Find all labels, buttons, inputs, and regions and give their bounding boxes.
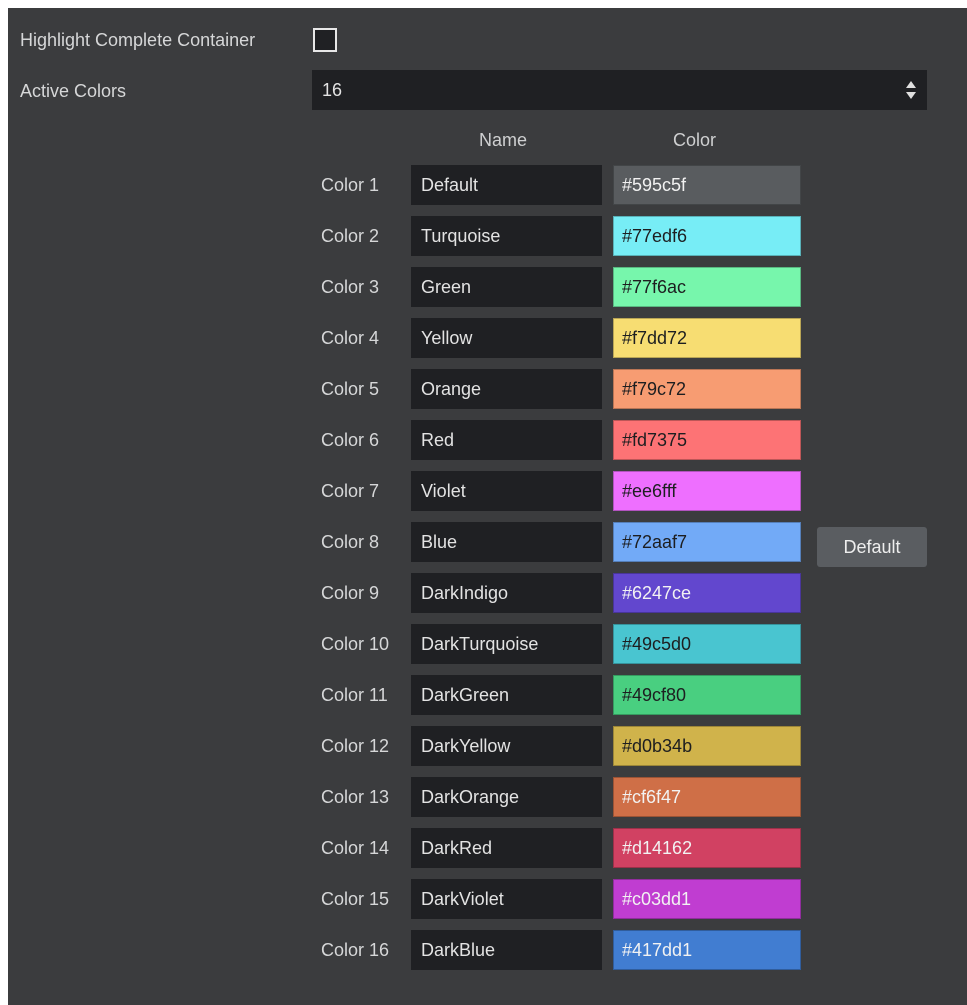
color-swatch-field[interactable]: #ee6fff: [613, 471, 801, 511]
color-swatch-field[interactable]: #77f6ac: [613, 267, 801, 307]
color-row: Color 7 Violet #ee6fff: [8, 471, 967, 511]
color-name-field[interactable]: Green: [411, 267, 602, 307]
color-name-field[interactable]: Violet: [411, 471, 602, 511]
color-row: Color 2 Turquoise #77edf6: [8, 216, 967, 256]
color-name-field[interactable]: Yellow: [411, 318, 602, 358]
name-column-header: Name: [478, 130, 527, 150]
color-name-field[interactable]: Red: [411, 420, 602, 460]
color-name-field[interactable]: Orange: [411, 369, 602, 409]
color-name-field[interactable]: DarkRed: [411, 828, 602, 868]
color-row: Color 16 DarkBlue #417dd1: [8, 930, 967, 970]
color-swatch-field[interactable]: #72aaf7: [613, 522, 801, 562]
color-swatch-field[interactable]: #fd7375: [613, 420, 801, 460]
color-row-label: Color 5: [321, 379, 380, 399]
color-name-field[interactable]: Turquoise: [411, 216, 602, 256]
color-row-label: Color 1: [321, 175, 380, 195]
color-swatch-field[interactable]: #d0b34b: [613, 726, 801, 766]
color-row: Color 10 DarkTurquoise #49c5d0: [8, 624, 967, 664]
color-row: Color 1 Default #595c5f: [8, 165, 967, 205]
color-row: Color 11 DarkGreen #49cf80: [8, 675, 967, 715]
color-row-label: Color 3: [321, 277, 380, 297]
color-swatch-field[interactable]: #49c5d0: [613, 624, 801, 664]
color-swatch-field[interactable]: #d14162: [613, 828, 801, 868]
color-row-label: Color 10: [321, 634, 390, 654]
color-row-label: Color 4: [321, 328, 380, 348]
color-swatch-field[interactable]: #6247ce: [613, 573, 801, 613]
color-name-field[interactable]: DarkTurquoise: [411, 624, 602, 664]
color-name-field[interactable]: DarkGreen: [411, 675, 602, 715]
color-name-field[interactable]: DarkViolet: [411, 879, 602, 919]
color-row-label: Color 11: [321, 685, 388, 705]
color-name-field[interactable]: Blue: [411, 522, 602, 562]
color-name-field[interactable]: Default: [411, 165, 602, 205]
color-name-field[interactable]: DarkYellow: [411, 726, 602, 766]
color-column-header: Color: [673, 130, 717, 150]
default-button[interactable]: Default: [817, 527, 927, 567]
color-swatch-field[interactable]: #77edf6: [613, 216, 801, 256]
color-row-label: Color 2: [321, 226, 380, 246]
color-swatch-field[interactable]: #cf6f47: [613, 777, 801, 817]
highlight-complete-container-label: Highlight Complete Container: [20, 30, 256, 50]
color-row-label: Color 8: [321, 532, 380, 552]
color-row: Color 3 Green #77f6ac: [8, 267, 967, 307]
color-row: Color 6 Red #fd7375: [8, 420, 967, 460]
color-row: Color 13 DarkOrange #cf6f47: [8, 777, 967, 817]
color-row-label: Color 9: [321, 583, 380, 603]
color-swatch-field[interactable]: #49cf80: [613, 675, 801, 715]
color-settings-panel: Highlight Complete Container Active Colo…: [8, 8, 967, 1005]
color-row: Color 14 DarkRed #d14162: [8, 828, 967, 868]
color-row-label: Color 16: [321, 940, 390, 960]
spin-arrows-icon[interactable]: [905, 79, 917, 101]
color-row: Color 5 Orange #f79c72: [8, 369, 967, 409]
color-swatch-field[interactable]: #c03dd1: [613, 879, 801, 919]
color-swatch-field[interactable]: #f7dd72: [613, 318, 801, 358]
color-row: Color 15 DarkViolet #c03dd1: [8, 879, 967, 919]
active-colors-value: 16: [322, 79, 343, 100]
color-row: Color 9 DarkIndigo #6247ce: [8, 573, 967, 613]
color-row-label: Color 12: [321, 736, 390, 756]
highlight-complete-container-checkbox[interactable]: [313, 28, 337, 52]
color-name-field[interactable]: DarkBlue: [411, 930, 602, 970]
active-colors-spinbox[interactable]: 16: [312, 70, 927, 110]
color-swatch-field[interactable]: #595c5f: [613, 165, 801, 205]
color-swatch-field[interactable]: #417dd1: [613, 930, 801, 970]
active-colors-label: Active Colors: [20, 81, 127, 101]
color-row: Color 12 DarkYellow #d0b34b: [8, 726, 967, 766]
color-row-label: Color 13: [321, 787, 390, 807]
color-row-label: Color 6: [321, 430, 380, 450]
color-row: Color 4 Yellow #f7dd72: [8, 318, 967, 358]
color-name-field[interactable]: DarkIndigo: [411, 573, 602, 613]
color-swatch-field[interactable]: #f79c72: [613, 369, 801, 409]
color-name-field[interactable]: DarkOrange: [411, 777, 602, 817]
color-row-label: Color 14: [321, 838, 390, 858]
color-row-label: Color 15: [321, 889, 390, 909]
color-row-label: Color 7: [321, 481, 380, 501]
